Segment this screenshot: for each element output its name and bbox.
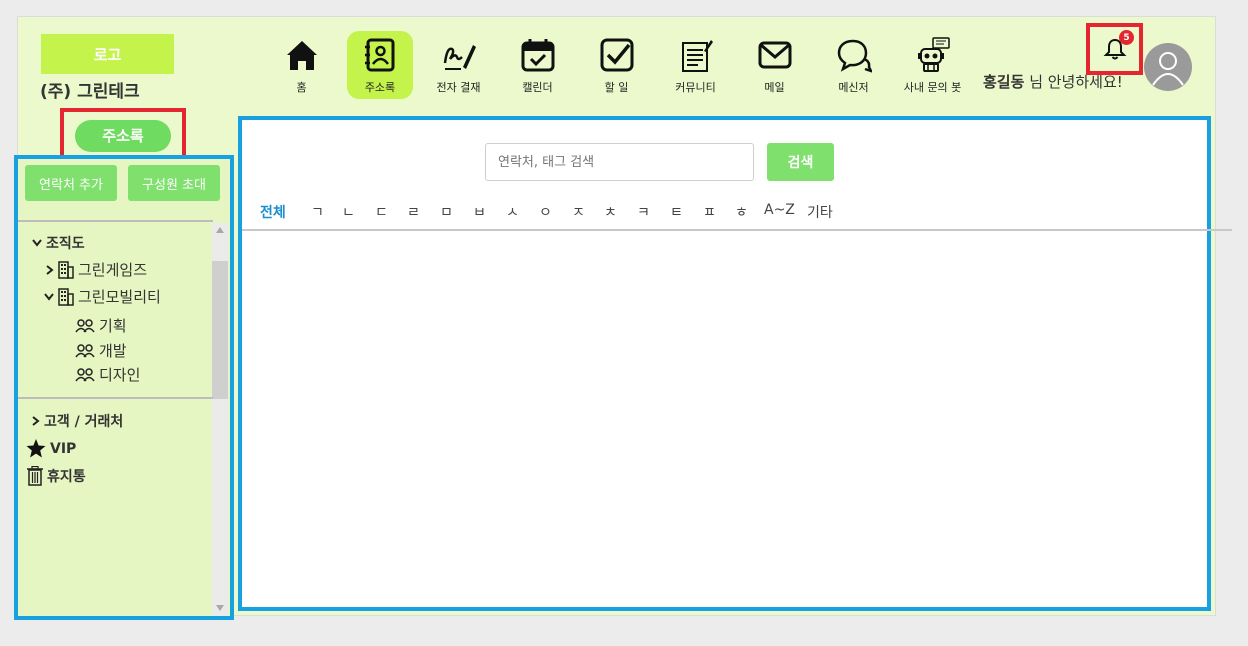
tree-dept-development[interactable]: 개발 [75, 340, 127, 361]
nav-label: 커뮤니티 [675, 81, 716, 94]
tree-vip[interactable]: VIP [26, 439, 76, 458]
index-tab[interactable]: ㅈ [572, 202, 585, 222]
nav-label: 메신저 [838, 81, 869, 94]
tree-company-greenmobility[interactable]: 그린모빌리티 [44, 286, 161, 307]
tree-company-greengames[interactable]: 그린게임즈 [46, 259, 147, 280]
divider [18, 220, 213, 222]
nav-item-chatbot[interactable]: 사내 문의 봇 [893, 31, 972, 99]
chevron-right-icon [32, 416, 40, 426]
building-icon [58, 260, 74, 279]
nav-label: 전자 결재 [436, 81, 481, 94]
nav-label: 주소록 [364, 81, 396, 94]
nav-label: 캘린더 [522, 81, 553, 94]
scroll-thumb[interactable] [212, 261, 228, 399]
invite-member-button[interactable]: 구성원 초대 [128, 165, 220, 201]
signature-icon [443, 45, 476, 70]
tree-label: 조직도 [46, 236, 85, 252]
tree-dept-planning[interactable]: 기획 [75, 315, 127, 336]
index-tab[interactable]: ㅇ [539, 202, 552, 222]
chevron-down-icon [44, 292, 54, 301]
notification-button[interactable]: 5 [1086, 23, 1143, 75]
trash-icon [27, 466, 43, 486]
index-tab[interactable]: ㅁ [440, 202, 453, 222]
avatar[interactable] [1144, 43, 1192, 91]
index-tab[interactable]: ㄱ [311, 202, 324, 222]
robot-icon [917, 37, 950, 72]
index-tab[interactable]: ㅅ [506, 202, 519, 222]
mail-icon [758, 41, 791, 69]
nav-label: 홈 [296, 81, 307, 94]
community-icon [681, 40, 713, 72]
search-button[interactable]: 검색 [767, 143, 834, 181]
index-tab[interactable]: ㅍ [703, 202, 716, 222]
index-tab[interactable]: ㄴ [342, 202, 355, 222]
nav-item-calendar[interactable]: 캘린더 [498, 31, 577, 99]
scroll-down-icon[interactable] [216, 605, 224, 611]
greeting-text: 님 안녕하세요! [1029, 73, 1123, 91]
chevron-down-icon [32, 239, 42, 247]
tree-label: VIP [50, 440, 77, 457]
nav-item-address-book[interactable]: 주소록 [347, 31, 413, 99]
nav-item-todo[interactable]: 할 일 [577, 31, 656, 99]
nav-item-home[interactable]: 홈 [262, 31, 341, 99]
company-name: (주) 그린테크 [40, 82, 140, 102]
team-icon [75, 318, 95, 332]
divider [18, 397, 213, 399]
sidebar: 연락처 추가 구성원 초대 조직도 그린게임즈 그린모빌리티 기획 개발 디자인… [14, 155, 234, 620]
nav-label: 사내 문의 봇 [903, 81, 962, 94]
tree-label: 그린게임즈 [78, 261, 148, 279]
nav-label: 할 일 [604, 81, 629, 94]
calendar-icon [521, 39, 554, 72]
sidebar-scrollbar[interactable] [212, 223, 228, 616]
checkbox-icon [600, 38, 633, 72]
tree-org-chart[interactable]: 조직도 [32, 233, 85, 253]
home-icon [286, 41, 317, 70]
tree-label: 고객 / 거래처 [44, 414, 124, 430]
nav-label: 메일 [764, 81, 785, 94]
building-icon [58, 287, 74, 306]
index-divider [242, 229, 1232, 231]
notification-badge: 5 [1119, 30, 1134, 45]
index-tab[interactable]: 기타 [807, 202, 833, 222]
tree-label: 그린모빌리티 [78, 288, 161, 306]
team-icon [75, 367, 95, 381]
address-book-title-button[interactable]: 주소록 [75, 119, 171, 152]
chevron-right-icon [46, 264, 54, 275]
tree-label: 디자인 [99, 366, 141, 384]
team-icon [75, 343, 95, 357]
index-tab-all[interactable]: 전체 [260, 202, 286, 222]
index-tab[interactable]: ㅋ [637, 202, 650, 222]
scroll-up-icon[interactable] [216, 227, 224, 233]
nav-item-messenger[interactable]: 메신저 [814, 31, 893, 99]
tree-label: 기획 [99, 317, 127, 335]
index-tab[interactable]: ㅂ [473, 202, 486, 222]
tree-customers[interactable]: 고객 / 거래처 [32, 411, 123, 431]
search-input[interactable] [485, 143, 754, 181]
address-book-icon [365, 38, 395, 72]
index-tab[interactable]: ㄷ [375, 202, 388, 222]
index-tab[interactable]: ㅌ [670, 202, 683, 222]
top-nav: 홈 주소록 전자 결재 캘린더 할 일 커뮤니티 메일 메신저 사내 문의 봇 [262, 31, 972, 99]
index-tab[interactable]: ㅎ [735, 202, 748, 222]
nav-item-approval[interactable]: 전자 결재 [419, 31, 498, 99]
add-contact-button[interactable]: 연락처 추가 [25, 165, 117, 201]
main-panel: 검색 전체 ㄱ ㄴ ㄷ ㄹ ㅁ ㅂ ㅅ ㅇ ㅈ ㅊ ㅋ ㅌ ㅍ ㅎ A~Z 기타 [238, 116, 1232, 611]
app-window: 로고 (주) 그린테크 홈 주소록 전자 결재 캘린더 할 일 커뮤니티 메일 … [14, 16, 1232, 620]
nav-item-community[interactable]: 커뮤니티 [656, 31, 735, 99]
user-name: 홍길동 [983, 73, 1025, 91]
logo[interactable]: 로고 [41, 34, 174, 74]
star-icon [26, 439, 46, 458]
user-icon [1152, 52, 1184, 86]
tree-trash[interactable]: 휴지통 [27, 466, 86, 486]
index-tab[interactable]: ㄹ [407, 202, 420, 222]
messenger-icon [837, 39, 872, 73]
nav-item-mail[interactable]: 메일 [735, 31, 814, 99]
tree-label: 개발 [99, 342, 127, 360]
tree-dept-design[interactable]: 디자인 [75, 364, 140, 385]
tree-label: 휴지통 [47, 469, 86, 485]
index-tab[interactable]: ㅊ [604, 202, 617, 222]
index-tab[interactable]: A~Z [764, 202, 795, 218]
